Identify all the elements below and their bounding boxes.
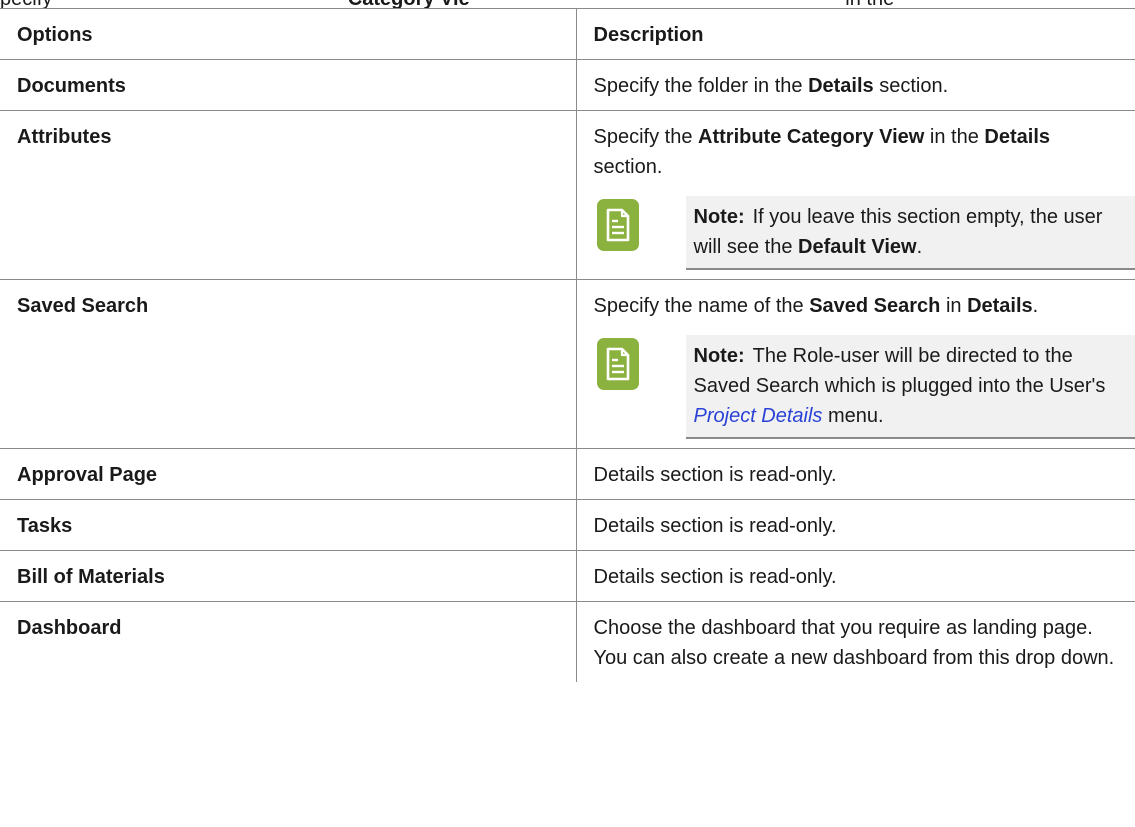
desc-bold: Details bbox=[984, 126, 1050, 148]
header-description: Description bbox=[575, 8, 1135, 60]
description-cell: Choose the dashboard that you require as… bbox=[575, 601, 1135, 682]
table-row: Bill of Materials Details section is rea… bbox=[0, 550, 1135, 602]
desc-text: in the bbox=[924, 126, 985, 148]
option-cell: Documents bbox=[0, 59, 577, 111]
note-label: Note: bbox=[693, 345, 745, 367]
description-cell: Specify the name of the Saved Search in … bbox=[575, 279, 1135, 449]
note-box: Note: If you leave this section empty, th… bbox=[592, 196, 1135, 270]
note-text: The Role-user will be directed to the Sa… bbox=[693, 345, 1106, 397]
description-cell: Specify the Attribute Category View in t… bbox=[575, 110, 1135, 280]
note-body: Note: If you leave this section empty, th… bbox=[685, 196, 1135, 270]
desc-text: Specify the name of the bbox=[593, 295, 810, 317]
options-table: Options Description Documents Specify th… bbox=[0, 8, 1135, 682]
desc-text: Details section is read-only. bbox=[593, 515, 837, 537]
note-text: . bbox=[916, 236, 923, 258]
table-row: Dashboard Choose the dashboard that you … bbox=[0, 601, 1135, 682]
desc-bold: Details bbox=[808, 75, 874, 97]
desc-text: Specify the bbox=[593, 126, 699, 148]
option-cell: Saved Search bbox=[0, 279, 577, 449]
option-cell: Attributes bbox=[0, 110, 577, 280]
table-row: Approval Page Details section is read-on… bbox=[0, 448, 1135, 500]
desc-text: . bbox=[1032, 295, 1039, 317]
desc-text: section. bbox=[593, 156, 663, 178]
desc-text: Choose the dashboard that you require as… bbox=[593, 617, 1115, 669]
note-label: Note: bbox=[693, 206, 745, 228]
note-text: menu. bbox=[822, 405, 884, 427]
description-cell: Details section is read-only. bbox=[575, 550, 1135, 602]
option-cell: Approval Page bbox=[0, 448, 577, 500]
table-header-row: Options Description bbox=[0, 8, 1135, 60]
desc-text: Specify the folder in the bbox=[593, 75, 809, 97]
desc-text: Details section is read-only. bbox=[593, 566, 837, 588]
note-box: Note: The Role-user will be directed to t… bbox=[592, 335, 1135, 439]
option-cell: Dashboard bbox=[0, 601, 577, 682]
desc-text: section. bbox=[873, 75, 949, 97]
description-cell: Specify the folder in the Details sectio… bbox=[575, 59, 1135, 111]
table-row: Tasks Details section is read-only. bbox=[0, 499, 1135, 551]
desc-text: Details section is read-only. bbox=[593, 464, 837, 486]
note-document-icon bbox=[596, 338, 639, 390]
table-row: Attributes Specify the Attribute Categor… bbox=[0, 110, 1135, 280]
note-document-icon bbox=[596, 199, 639, 251]
header-options: Options bbox=[0, 8, 577, 60]
desc-bold: Saved Search bbox=[809, 295, 941, 317]
table-row: Saved Search Specify the name of the Sav… bbox=[0, 279, 1135, 449]
desc-text: in bbox=[940, 295, 968, 317]
option-cell: Bill of Materials bbox=[0, 550, 577, 602]
project-details-link[interactable]: Project Details bbox=[694, 405, 823, 427]
note-bold: Default View bbox=[798, 236, 917, 258]
desc-bold: Attribute Category View bbox=[698, 126, 925, 148]
note-body: Note: The Role-user will be directed to t… bbox=[685, 335, 1135, 439]
description-cell: Details section is read-only. bbox=[575, 499, 1135, 551]
description-cell: Details section is read-only. bbox=[575, 448, 1135, 500]
option-cell: Tasks bbox=[0, 499, 577, 551]
desc-bold: Details bbox=[967, 295, 1033, 317]
table-row: Documents Specify the folder in the Deta… bbox=[0, 59, 1135, 111]
